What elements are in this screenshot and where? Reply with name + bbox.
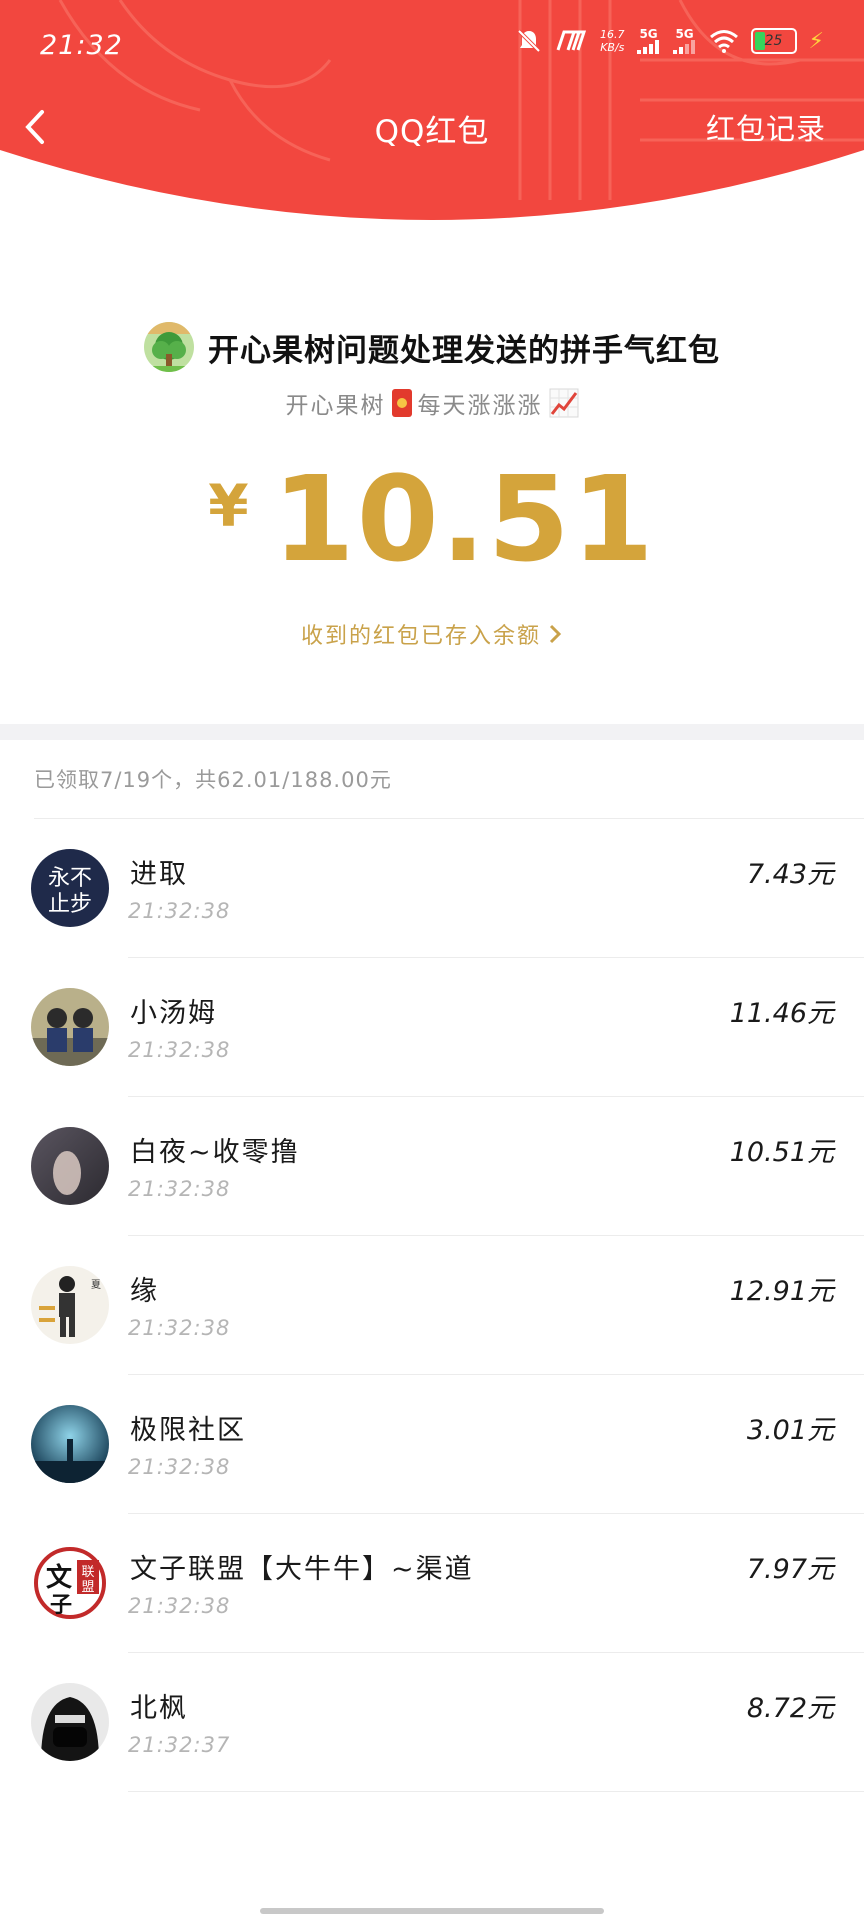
receive-amount: 11.46元 [729,998,834,1029]
avatar[interactable] [31,1405,109,1483]
nfc-icon [556,30,587,51]
signal-icon [672,40,695,54]
divider [128,1791,864,1792]
greeting-text: 开心果树 每天涨涨涨 [0,386,864,420]
sim1-signal: 5G [636,28,661,54]
received-amount: ¥ 10.51 [0,450,864,588]
svg-text:永不: 永不 [48,866,92,891]
charging-icon: ⚡ [808,28,824,54]
saved-to-balance-text: 收到的红包已存入余额 [300,624,541,649]
sender-avatar[interactable] [144,322,194,372]
receive-amount: 7.97元 [746,1554,834,1585]
mute-bell-icon [517,29,541,53]
sender-title: 开心果树问题处理发送的拼手气红包 [208,332,720,369]
receiver-name: 缘 [130,1276,159,1307]
receiver-name: 白夜~收零撸 [130,1137,300,1168]
receive-amount: 10.51元 [729,1137,834,1168]
receive-time: 21:32:38 [128,1177,231,1201]
avatar[interactable]: 文 子 联 盟 [31,1544,109,1622]
avatar[interactable] [31,1127,109,1205]
receive-time: 21:32:38 [128,1455,231,1479]
svg-text:止步: 止步 [48,892,92,917]
receive-amount: 8.72元 [746,1693,834,1724]
photo-avatar-icon [31,1127,109,1205]
avatar[interactable] [31,1683,109,1761]
svg-text:夏: 夏 [91,1279,101,1291]
currency-symbol: ¥ [208,472,249,540]
receive-amount: 12.91元 [729,1276,834,1307]
receiver-name: 北枫 [130,1693,188,1724]
saved-to-balance-link[interactable]: 收到的红包已存入余额 [0,618,864,650]
list-item[interactable]: 极限社区 21:32:38 3.01元 [0,1375,864,1514]
receiver-name: 小汤姆 [130,998,217,1029]
svg-text:联: 联 [81,1565,94,1580]
section-divider [0,724,864,740]
receive-amount: 3.01元 [746,1415,834,1446]
battery-icon: 25 [750,28,797,54]
greeting-prefix: 开心果树 [285,393,386,419]
avatar[interactable]: 夏 [31,1266,109,1344]
calligraphy-avatar-icon: 永不 止步 [31,849,109,927]
red-packet-records-link[interactable]: 红包记录 [706,106,826,148]
masked-person-avatar-icon [31,1683,109,1761]
status-bar: 21:32 16.7 KB/s 5G 5G 25 ⚡ [0,0,864,92]
receive-time: 21:32:38 [128,1594,231,1618]
tree-avatar-icon [144,322,194,372]
avatar[interactable] [31,988,109,1066]
sender-row: 开心果树问题处理发送的拼手气红包 [0,322,864,372]
space-avatar-icon [31,1405,109,1483]
net-speed: 16.7 KB/s [600,28,625,54]
signal-icon [636,40,659,54]
list-item[interactable]: 北枫 21:32:37 8.72元 [0,1653,864,1792]
seal-avatar-icon: 文 子 联 盟 [31,1544,109,1622]
red-envelope-icon [391,389,412,417]
list-item[interactable]: 永不 止步 进取 21:32:38 7.43元 [0,819,864,958]
receive-time: 21:32:38 [128,1038,231,1062]
amount-value: 10.51 [272,450,656,588]
receive-time: 21:32:37 [128,1733,231,1757]
status-icons: 16.7 KB/s 5G 5G 25 ⚡ [516,28,824,54]
list-item[interactable]: 小汤姆 21:32:38 11.46元 [0,958,864,1097]
status-time: 21:32 [40,30,123,61]
receive-time: 21:32:38 [128,1316,231,1340]
receiver-name: 极限社区 [130,1415,246,1446]
claimed-summary: 已领取7/19个，共62.01/188.00元 [34,768,392,792]
receiver-name: 进取 [130,859,188,890]
list-item[interactable]: 白夜~收零撸 21:32:38 10.51元 [0,1097,864,1236]
receive-time: 21:32:38 [128,899,231,923]
sim2-signal: 5G [672,28,697,54]
list-item[interactable]: 夏 缘 21:32:38 12.91元 [0,1236,864,1375]
svg-text:子: 子 [50,1592,72,1618]
svg-text:盟: 盟 [81,1580,94,1595]
receiver-name: 文子联盟【大牛牛】~渠道 [130,1554,474,1585]
home-indicator[interactable] [260,1908,604,1914]
figure-avatar-icon: 夏 [31,1266,109,1344]
chart-increasing-icon [549,388,578,418]
receive-amount: 7.43元 [746,859,834,890]
receiver-list: 永不 止步 进取 21:32:38 7.43元 小汤姆 21:32:38 11.… [0,819,864,1792]
list-item[interactable]: 文 子 联 盟 文子联盟【大牛牛】~渠道 21:32:38 7.97元 [0,1514,864,1653]
wifi-icon [709,30,738,53]
avatar[interactable]: 永不 止步 [31,849,109,927]
svg-text:文: 文 [46,1562,73,1593]
cartoon-avatar-icon [31,988,109,1066]
chevron-right-icon [549,624,562,644]
greeting-suffix: 每天涨涨涨 [417,393,543,419]
